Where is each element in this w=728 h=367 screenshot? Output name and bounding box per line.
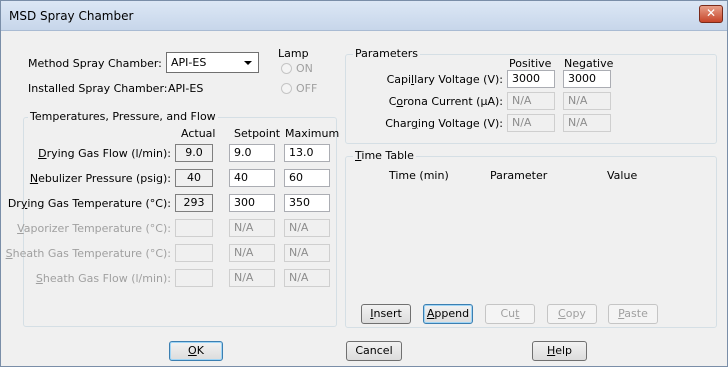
- actual-value: [175, 269, 213, 287]
- method-spray-chamber-label: Method Spray Chamber:: [28, 57, 162, 70]
- maximum-input[interactable]: 13.0: [284, 144, 330, 162]
- maximum-input: N/A: [284, 269, 330, 287]
- setpoint-header: Setpoint: [234, 127, 281, 140]
- negative-input[interactable]: 3000: [563, 70, 611, 88]
- positive-input: N/A: [507, 114, 555, 132]
- lamp-on-radio[interactable]: [281, 63, 292, 74]
- ok-button[interactable]: OK: [169, 341, 223, 361]
- tpf-row-label: Sheath Gas Flow (l/min):: [35, 272, 171, 285]
- lamp-off-radio[interactable]: [281, 83, 292, 94]
- parameters-group-title: Parameters: [353, 47, 420, 60]
- parameter-column-header: Parameter: [490, 169, 548, 182]
- actual-value: 293: [175, 194, 213, 212]
- positive-input[interactable]: 3000: [507, 70, 555, 88]
- setpoint-input: N/A: [229, 219, 275, 237]
- setpoint-input: N/A: [229, 269, 275, 287]
- setpoint-input[interactable]: 9.0: [229, 144, 275, 162]
- tpf-row-label: Drying Gas Temperature (°C):: [7, 197, 171, 210]
- installed-spray-chamber-label: Installed Spray Chamber:: [28, 82, 168, 95]
- method-spray-chamber-value: API-ES: [171, 56, 207, 69]
- actual-value: 9.0: [175, 144, 213, 162]
- maximum-input[interactable]: 60: [284, 169, 330, 187]
- method-spray-chamber-select[interactable]: API-ES: [166, 52, 259, 73]
- paste-button: Paste: [608, 304, 658, 324]
- positive-header: Positive: [509, 57, 552, 70]
- value-column-header: Value: [607, 169, 638, 182]
- window-title: MSD Spray Chamber: [9, 9, 134, 23]
- tpf-row-label: Sheath Gas Temperature (°C):: [5, 247, 171, 260]
- cancel-button[interactable]: Cancel: [346, 341, 402, 361]
- actual-header: Actual: [181, 127, 216, 140]
- cut-button: Cut: [485, 304, 535, 324]
- insert-button[interactable]: Insert: [361, 304, 411, 324]
- time-column-header: Time (min): [389, 169, 449, 182]
- lamp-on-label: ON: [296, 62, 313, 75]
- help-button[interactable]: Help: [532, 341, 587, 361]
- setpoint-input: N/A: [229, 244, 275, 262]
- dialog-window: MSD Spray Chamber ✕ Method Spray Chamber…: [0, 0, 728, 367]
- chevron-down-icon: [244, 61, 252, 65]
- maximum-header: Maximum: [285, 127, 340, 140]
- maximum-input: N/A: [284, 219, 330, 237]
- temperatures-group-title: Temperatures, Pressure, and Flow: [28, 110, 218, 123]
- tpf-row-label: Vaporizer Temperature (°C):: [17, 222, 171, 235]
- maximum-input: N/A: [284, 244, 330, 262]
- actual-value: [175, 244, 213, 262]
- parameter-row-label: Corona Current (µA):: [388, 95, 503, 108]
- actual-value: [175, 219, 213, 237]
- title-bar[interactable]: MSD Spray Chamber ✕: [1, 1, 727, 31]
- negative-header: Negative: [564, 57, 614, 70]
- negative-input: N/A: [563, 114, 611, 132]
- maximum-input[interactable]: 350: [284, 194, 330, 212]
- copy-button: Copy: [547, 304, 597, 324]
- tpf-row-label: Drying Gas Flow (l/min):: [38, 147, 171, 160]
- actual-value: 40: [175, 169, 213, 187]
- append-button[interactable]: Append: [423, 304, 473, 324]
- time-table-title: Time Table: [353, 149, 416, 162]
- lamp-off-label: OFF: [296, 82, 318, 95]
- positive-input: N/A: [507, 92, 555, 110]
- installed-spray-chamber-value: API-ES: [168, 82, 204, 95]
- setpoint-input[interactable]: 40: [229, 169, 275, 187]
- tpf-row-label: Nebulizer Pressure (psig):: [29, 172, 171, 185]
- parameter-row-label: Capillary Voltage (V):: [386, 73, 503, 86]
- parameter-row-label: Charging Voltage (V):: [385, 117, 503, 130]
- negative-input: N/A: [563, 92, 611, 110]
- lamp-title: Lamp: [278, 47, 309, 60]
- setpoint-input[interactable]: 300: [229, 194, 275, 212]
- close-button[interactable]: ✕: [699, 5, 723, 23]
